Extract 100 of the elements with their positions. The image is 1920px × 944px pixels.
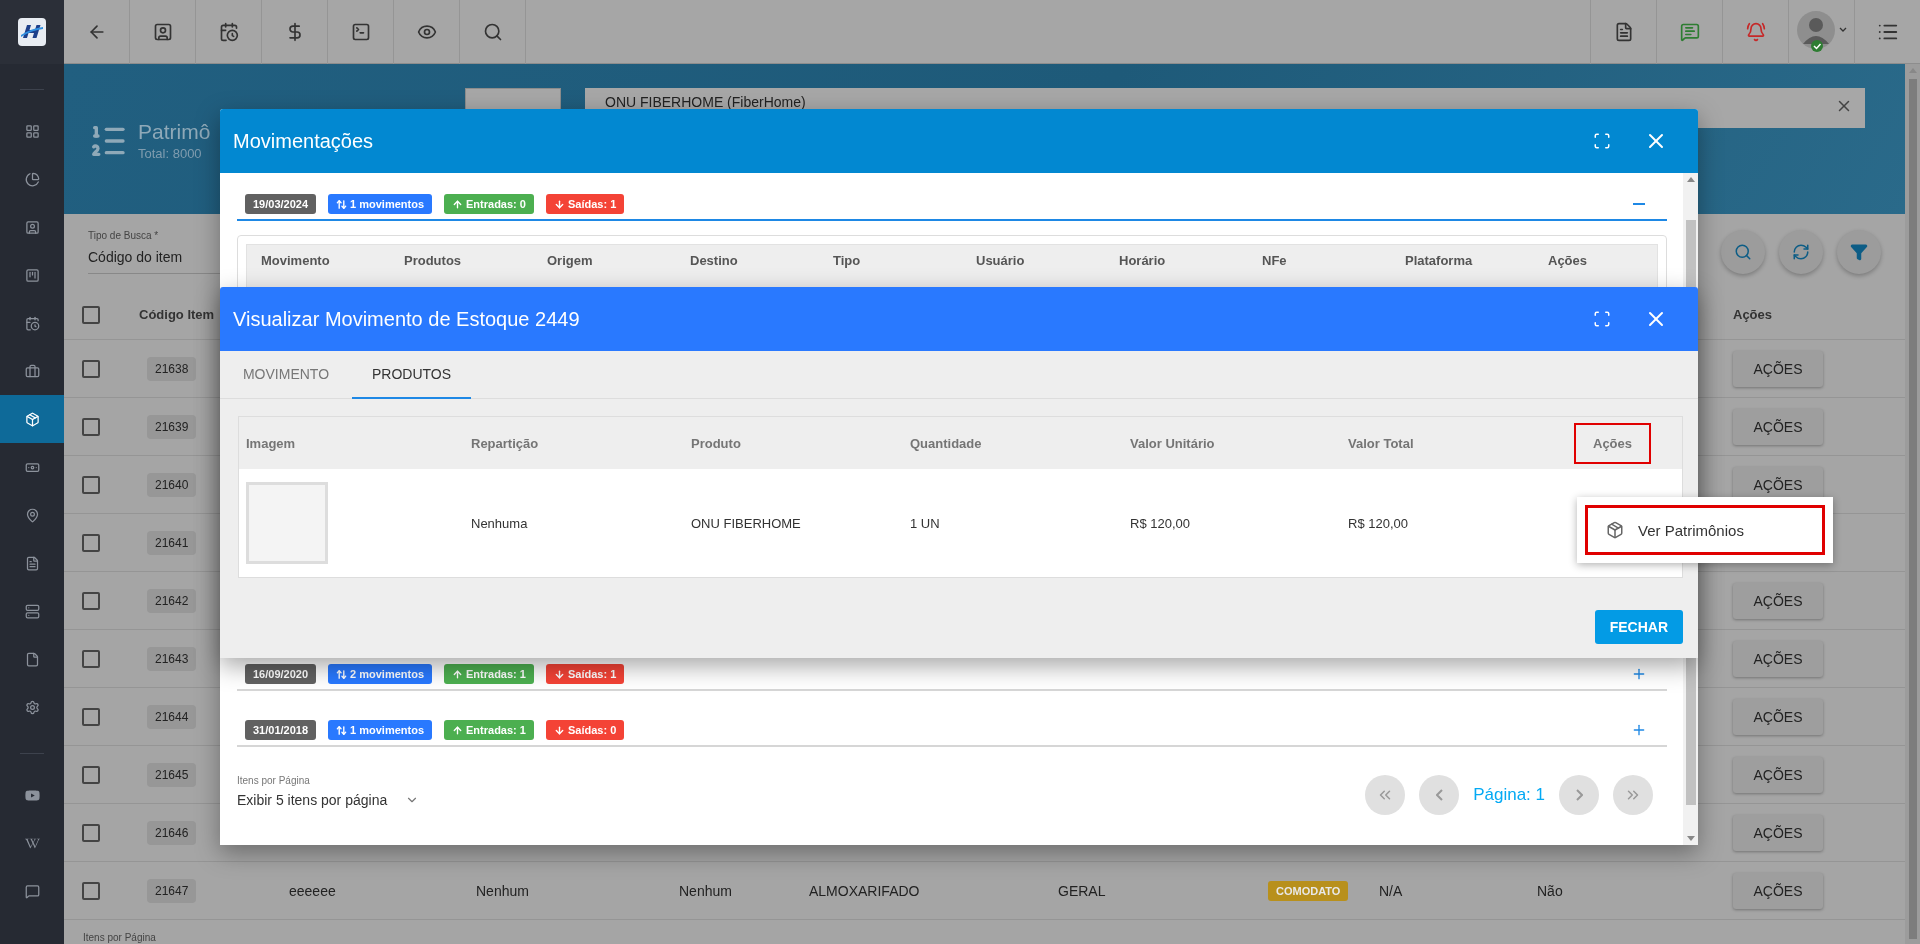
- filter-icon: [1850, 243, 1868, 261]
- settings-icon: [24, 699, 40, 715]
- page-indicator: Página: 1: [1473, 785, 1545, 805]
- actions-button[interactable]: AÇÕES: [1733, 756, 1823, 793]
- checkbox[interactable]: [82, 475, 100, 494]
- plus-icon: [1631, 666, 1647, 682]
- table-cell: Não: [1537, 882, 1563, 899]
- table-cell-text: ONU FIBERHOME: [691, 515, 802, 531]
- checkbox[interactable]: [82, 881, 100, 900]
- item-code: 21644: [147, 704, 197, 729]
- column-header: Destino: [690, 253, 739, 268]
- actions-button[interactable]: AÇÕES: [1733, 582, 1823, 619]
- kanban-icon: [24, 267, 40, 283]
- table-cell-text: 1 UN: [910, 515, 941, 531]
- badge-text: Saídas: 1: [567, 668, 617, 680]
- search-button[interactable]: [1721, 230, 1765, 274]
- badge-text: 2 movimentos: [350, 668, 425, 680]
- file-icon: [24, 651, 40, 667]
- column-header: Repartição: [471, 435, 539, 451]
- page-title: Patrimô: [138, 120, 208, 144]
- expand-button[interactable]: [1631, 722, 1647, 738]
- checkbox[interactable]: [82, 305, 100, 324]
- expand-button[interactable]: [1631, 666, 1647, 682]
- document-list-icon: [24, 555, 40, 571]
- badge-text: 1 movimentos: [350, 724, 425, 736]
- badge-text: Entradas: 1: [466, 724, 526, 736]
- actions-button[interactable]: AÇÕES: [1733, 350, 1823, 387]
- bell-icon[interactable]: [1745, 22, 1766, 42]
- badge-text: 16/09/2020: [253, 668, 309, 680]
- table-cell-text: R$ 120,00: [1130, 515, 1191, 531]
- actions-button[interactable]: AÇÕES: [1733, 814, 1823, 851]
- actions-button[interactable]: AÇÕES: [1733, 872, 1823, 909]
- checkbox[interactable]: [82, 359, 100, 378]
- package-icon: [24, 411, 40, 427]
- column-header: Origem: [547, 253, 594, 268]
- arrow-icon: [336, 668, 348, 680]
- item-code: 21642: [147, 588, 197, 613]
- badge-text: Saídas: 1: [567, 198, 617, 210]
- menu-item[interactable]: Ver Patrimônios: [1585, 505, 1825, 555]
- arrow-icon: [336, 198, 348, 210]
- item-code: 21645: [147, 762, 197, 787]
- contact-icon[interactable]: [152, 22, 173, 42]
- actions-button[interactable]: AÇÕES: [1733, 408, 1823, 445]
- actions-button[interactable]: AÇÕES: [1733, 640, 1823, 677]
- refresh-button[interactable]: [1779, 230, 1823, 274]
- column-header: Quantidade: [910, 435, 982, 451]
- avatar[interactable]: [1795, 10, 1848, 54]
- table-cell: eeeeee: [289, 882, 336, 899]
- table-cell: N/A: [1379, 882, 1403, 899]
- arrow-icon: [553, 198, 565, 210]
- grid-icon: [24, 123, 40, 139]
- pie-chart-icon: [24, 171, 40, 187]
- column-header: Produto: [691, 435, 741, 451]
- movement-group-header[interactable]: 19/03/2024 1 movimentos Entradas: 0 Saídas: 1: [237, 189, 1667, 221]
- tab[interactable]: MOVIMENTO: [220, 351, 352, 399]
- badge-text: 1 movimentos: [350, 198, 425, 210]
- table-cell: GERAL: [1058, 882, 1106, 899]
- item-code: 21646: [147, 820, 197, 845]
- column-header: Valor Total: [1348, 435, 1414, 451]
- checkbox[interactable]: [82, 533, 100, 552]
- chat-check-icon[interactable]: [1679, 22, 1700, 42]
- items-per-page-label: Itens por Página: [237, 775, 311, 786]
- item-code: 21641: [147, 530, 197, 555]
- filter-button[interactable]: [1837, 230, 1881, 274]
- dialog-title: Visualizar Movimento de Estoque 2449: [233, 307, 581, 331]
- minus-icon: [1633, 203, 1645, 205]
- movement-group-header[interactable]: 31/01/2018 1 movimentos Entradas: 1 Saídas: 0: [237, 715, 1667, 747]
- items-per-page-label: Itens por Página: [83, 932, 157, 943]
- calendar-clock-icon[interactable]: [218, 22, 239, 42]
- search-icon[interactable]: [482, 22, 503, 42]
- column-header: Ações: [1574, 422, 1652, 464]
- contact-icon: [24, 219, 40, 235]
- terminal-icon[interactable]: [350, 22, 371, 42]
- eye-icon[interactable]: [416, 22, 437, 42]
- arrow-icon: [553, 724, 565, 736]
- sidebar-item[interactable]: [0, 395, 64, 443]
- checkbox[interactable]: [82, 707, 100, 726]
- actions-button[interactable]: AÇÕES: [1733, 698, 1823, 735]
- logo-icon[interactable]: [18, 18, 46, 46]
- first-page-button[interactable]: [1365, 775, 1406, 815]
- items-per-page-select[interactable]: Exibir 5 itens por página: [237, 792, 420, 808]
- column-header: Tipo: [833, 253, 862, 268]
- chevron-right-icon: [1575, 789, 1583, 801]
- chevron-left-icon: [1435, 789, 1443, 801]
- checkbox[interactable]: [82, 765, 100, 784]
- checkbox[interactable]: [82, 823, 100, 842]
- arrow-icon: [452, 668, 464, 680]
- table-cell: ALMOXARIFADO: [809, 882, 920, 899]
- table-cell: Nenhum: [476, 882, 529, 899]
- item-code: 21639: [147, 414, 197, 439]
- last-page-button[interactable]: [1613, 775, 1653, 815]
- checkbox[interactable]: [82, 649, 100, 668]
- column-header: Movimento: [261, 253, 331, 268]
- close-button[interactable]: FECHAR: [1594, 609, 1683, 644]
- badge-text: Entradas: 1: [466, 668, 526, 680]
- checkbox[interactable]: [82, 591, 100, 610]
- badge-text: 19/03/2024: [253, 198, 309, 210]
- server-icon: [24, 603, 40, 619]
- scrollbar[interactable]: [1905, 64, 1920, 944]
- checkbox[interactable]: [82, 417, 100, 436]
